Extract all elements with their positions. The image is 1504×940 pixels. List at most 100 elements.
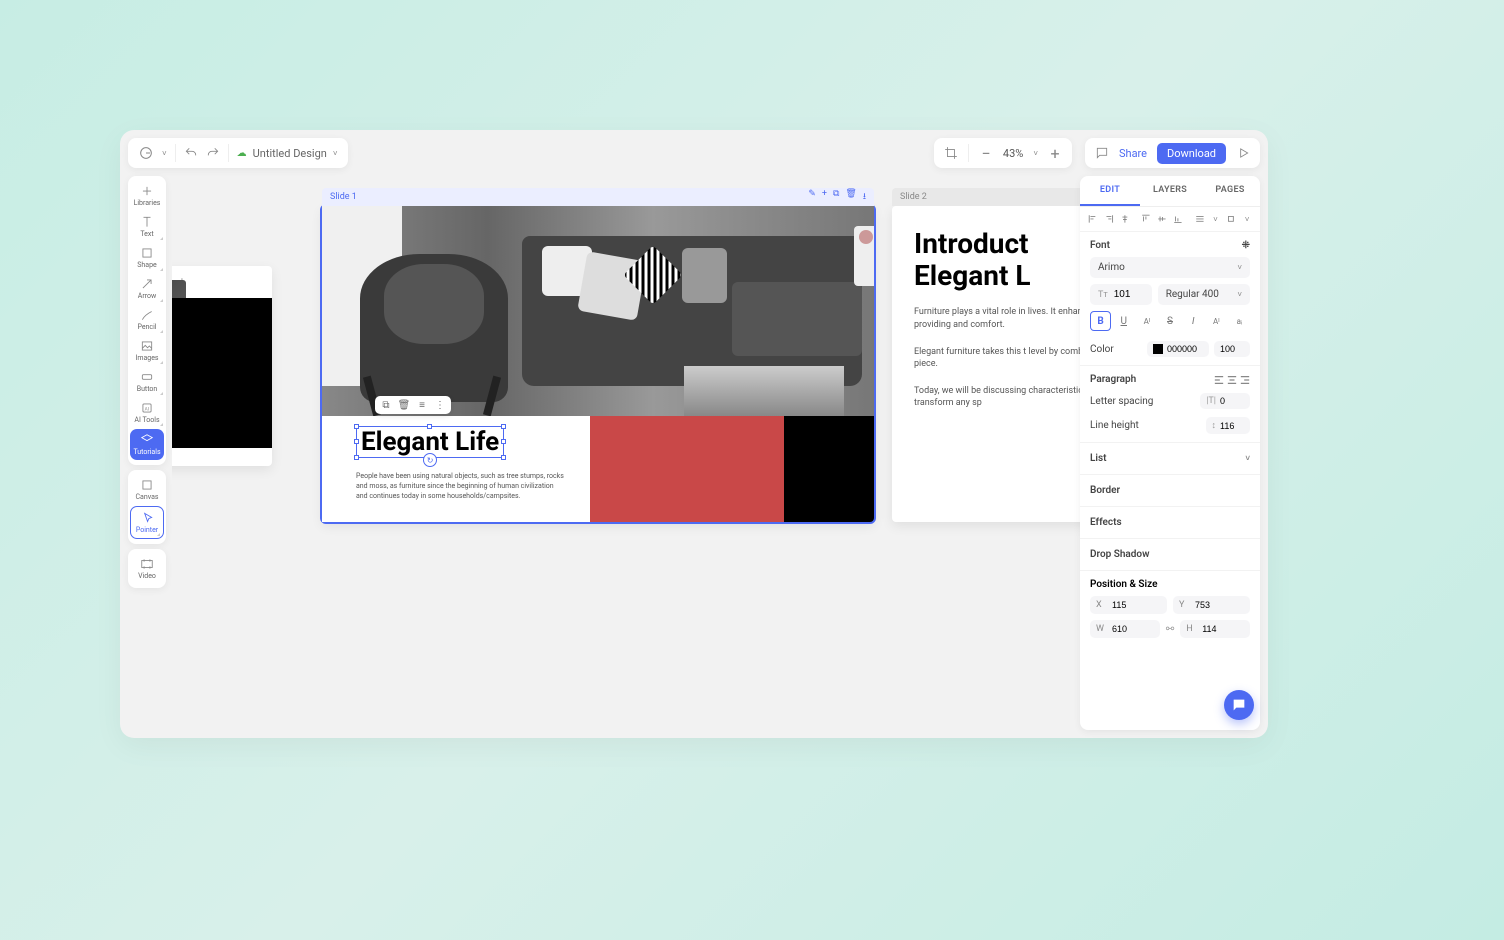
align-hcenter-icon[interactable] — [1120, 213, 1130, 225]
copy-icon[interactable]: ⧉ — [833, 189, 839, 205]
cloud-sync-icon: ☁ — [237, 148, 247, 159]
design-name-chevron[interactable]: ˅ — [333, 149, 338, 158]
tab-layers[interactable]: LAYERS — [1140, 176, 1200, 206]
tool-tutorials[interactable]: Tutorials — [130, 429, 164, 460]
subscript-button[interactable]: aᵢ — [1229, 311, 1250, 331]
italic-button[interactable]: I — [1183, 311, 1204, 331]
distribute-chevron[interactable]: ˅ — [1211, 213, 1221, 225]
font-size-input[interactable]: Tт — [1090, 284, 1152, 305]
chat-support-button[interactable] — [1224, 690, 1254, 720]
zoom-out-icon[interactable]: − — [979, 146, 993, 160]
text-style-buttons: B U Aᴵ S I Aᴵ aᵢ — [1090, 311, 1250, 331]
app-window: ˅ ☁ Untitled Design ˅ − 43% ˅ + Share Do… — [120, 130, 1268, 738]
slide-1-title: Slide 1 — [330, 192, 357, 202]
delete-icon[interactable]: 🗑 — [398, 399, 410, 411]
tool-shape[interactable]: Shape — [128, 242, 166, 273]
font-weight-select[interactable]: Regular 400 ˅ — [1158, 284, 1250, 305]
design-name[interactable]: ☁ Untitled Design ˅ — [237, 147, 338, 160]
line-height-value[interactable] — [1220, 421, 1244, 431]
font-family-select[interactable]: Arimo ˅ — [1090, 257, 1250, 278]
slide-1-canvas[interactable]: Slide 1 ✎ + ⧉ 🗑 ⭳ — [322, 206, 874, 522]
tool-label: Shape — [137, 261, 156, 269]
link-wh-icon[interactable]: ⚯ — [1166, 624, 1174, 635]
tool-text[interactable]: Text — [128, 211, 166, 242]
smallcaps-button[interactable]: Aᴵ — [1136, 311, 1157, 331]
edit-icon[interactable]: ✎ — [808, 189, 816, 205]
pos-x-input[interactable]: X — [1090, 596, 1167, 614]
play-icon[interactable] — [1236, 146, 1250, 160]
slide-2-canvas[interactable]: Slide 2 Introduct Elegant L Furniture pl… — [892, 206, 1080, 522]
align-right-icon[interactable] — [1104, 213, 1114, 225]
tool-button[interactable]: Button — [128, 366, 166, 397]
zoom-value[interactable]: 43% — [1003, 147, 1023, 160]
color-hex-input[interactable] — [1147, 341, 1209, 357]
align-top-icon[interactable] — [1141, 213, 1151, 225]
panel-tabs: EDIT LAYERS PAGES — [1080, 176, 1260, 207]
slide-lower: ⧉ 🗑 ≡ ⋮ Elegant Life ↻ People have been … — [322, 416, 874, 522]
more-icon[interactable]: ⋮ — [434, 399, 446, 411]
color-hex-value[interactable] — [1167, 344, 1203, 354]
color-label: Color — [1090, 344, 1114, 355]
letter-spacing-value[interactable] — [1220, 396, 1244, 406]
canvas-area[interactable]: ✎ + ⧉ 🗑 ⭳ Slide 1 ✎ + — [172, 176, 1080, 730]
list-section[interactable]: List ˅ — [1080, 443, 1260, 475]
distribute-icon[interactable] — [1195, 213, 1205, 225]
download-icon[interactable]: ⭳ — [863, 189, 866, 205]
tool-libraries[interactable]: Libraries — [128, 180, 166, 211]
tab-pages[interactable]: PAGES — [1200, 176, 1260, 206]
crop-icon[interactable] — [944, 146, 958, 160]
align-vcenter-icon[interactable] — [1157, 213, 1167, 225]
drop-shadow-section[interactable]: Drop Shadow — [1080, 539, 1260, 571]
font-settings-icon[interactable]: ⁜ — [1242, 240, 1250, 251]
line-height-input[interactable]: ↕ — [1206, 417, 1251, 434]
tool-images[interactable]: Images — [128, 335, 166, 366]
border-section[interactable]: Border — [1080, 475, 1260, 507]
align-left-icon[interactable] — [1088, 213, 1098, 225]
size-w-input[interactable]: W — [1090, 620, 1160, 638]
delete-icon[interactable]: 🗑 — [845, 189, 856, 205]
size-h-input[interactable]: H — [1180, 620, 1250, 638]
tab-edit[interactable]: EDIT — [1080, 176, 1140, 206]
add-icon[interactable]: + — [822, 189, 827, 205]
zoom-chevron[interactable]: ˅ — [1033, 149, 1038, 158]
color-opacity-input[interactable] — [1214, 341, 1250, 357]
align-icon[interactable]: ≡ — [416, 399, 428, 411]
properties-panel: EDIT LAYERS PAGES ˅ ˅ Font ⁜ Arimo — [1080, 176, 1260, 730]
underline-button[interactable]: U — [1113, 311, 1134, 331]
redo-icon[interactable] — [206, 146, 220, 160]
color-opacity-value[interactable] — [1220, 344, 1244, 354]
tool-pointer[interactable]: Pointer — [130, 506, 164, 539]
pos-y-input[interactable]: Y — [1173, 596, 1250, 614]
tool-canvas[interactable]: Canvas — [128, 474, 166, 505]
effects-section[interactable]: Effects — [1080, 507, 1260, 539]
app-menu-chevron[interactable]: ˅ — [162, 149, 167, 158]
arrange-chevron[interactable]: ˅ — [1242, 213, 1252, 225]
text-align-center-icon[interactable] — [1227, 375, 1237, 385]
download-button[interactable]: Download — [1157, 143, 1226, 164]
strikethrough-button[interactable]: S — [1159, 311, 1180, 331]
app-logo-icon[interactable] — [138, 145, 154, 161]
color-block-black — [784, 416, 874, 522]
case-button[interactable]: Aᴵ — [1206, 311, 1227, 331]
tool-video[interactable]: Video — [128, 553, 166, 584]
comment-icon[interactable] — [1095, 146, 1109, 160]
tool-label: Canvas — [136, 493, 159, 501]
tool-ai-tools[interactable]: AI AI Tools — [128, 397, 166, 428]
zoom-in-icon[interactable]: + — [1048, 146, 1062, 160]
copy-icon[interactable]: ⧉ — [380, 399, 392, 411]
bold-button[interactable]: B — [1090, 311, 1111, 331]
rotate-handle-icon[interactable]: ↻ — [423, 453, 437, 467]
slide-0-preview[interactable]: ✎ + ⧉ 🗑 ⭳ — [172, 266, 272, 466]
tool-arrow[interactable]: Arrow — [128, 273, 166, 304]
text-align-left-icon[interactable] — [1214, 375, 1224, 385]
tool-pencil[interactable]: Pencil — [128, 304, 166, 335]
arrange-icon[interactable] — [1226, 213, 1236, 225]
font-size-value[interactable] — [1114, 289, 1144, 300]
text-align-right-icon[interactable] — [1240, 375, 1250, 385]
undo-icon[interactable] — [184, 146, 198, 160]
align-bottom-icon[interactable] — [1173, 213, 1183, 225]
share-button[interactable]: Share — [1119, 147, 1147, 160]
tool-label: Button — [137, 385, 158, 393]
letter-spacing-input[interactable]: |T| — [1200, 393, 1250, 409]
selected-text-element[interactable]: Elegant Life ↻ — [356, 426, 504, 458]
